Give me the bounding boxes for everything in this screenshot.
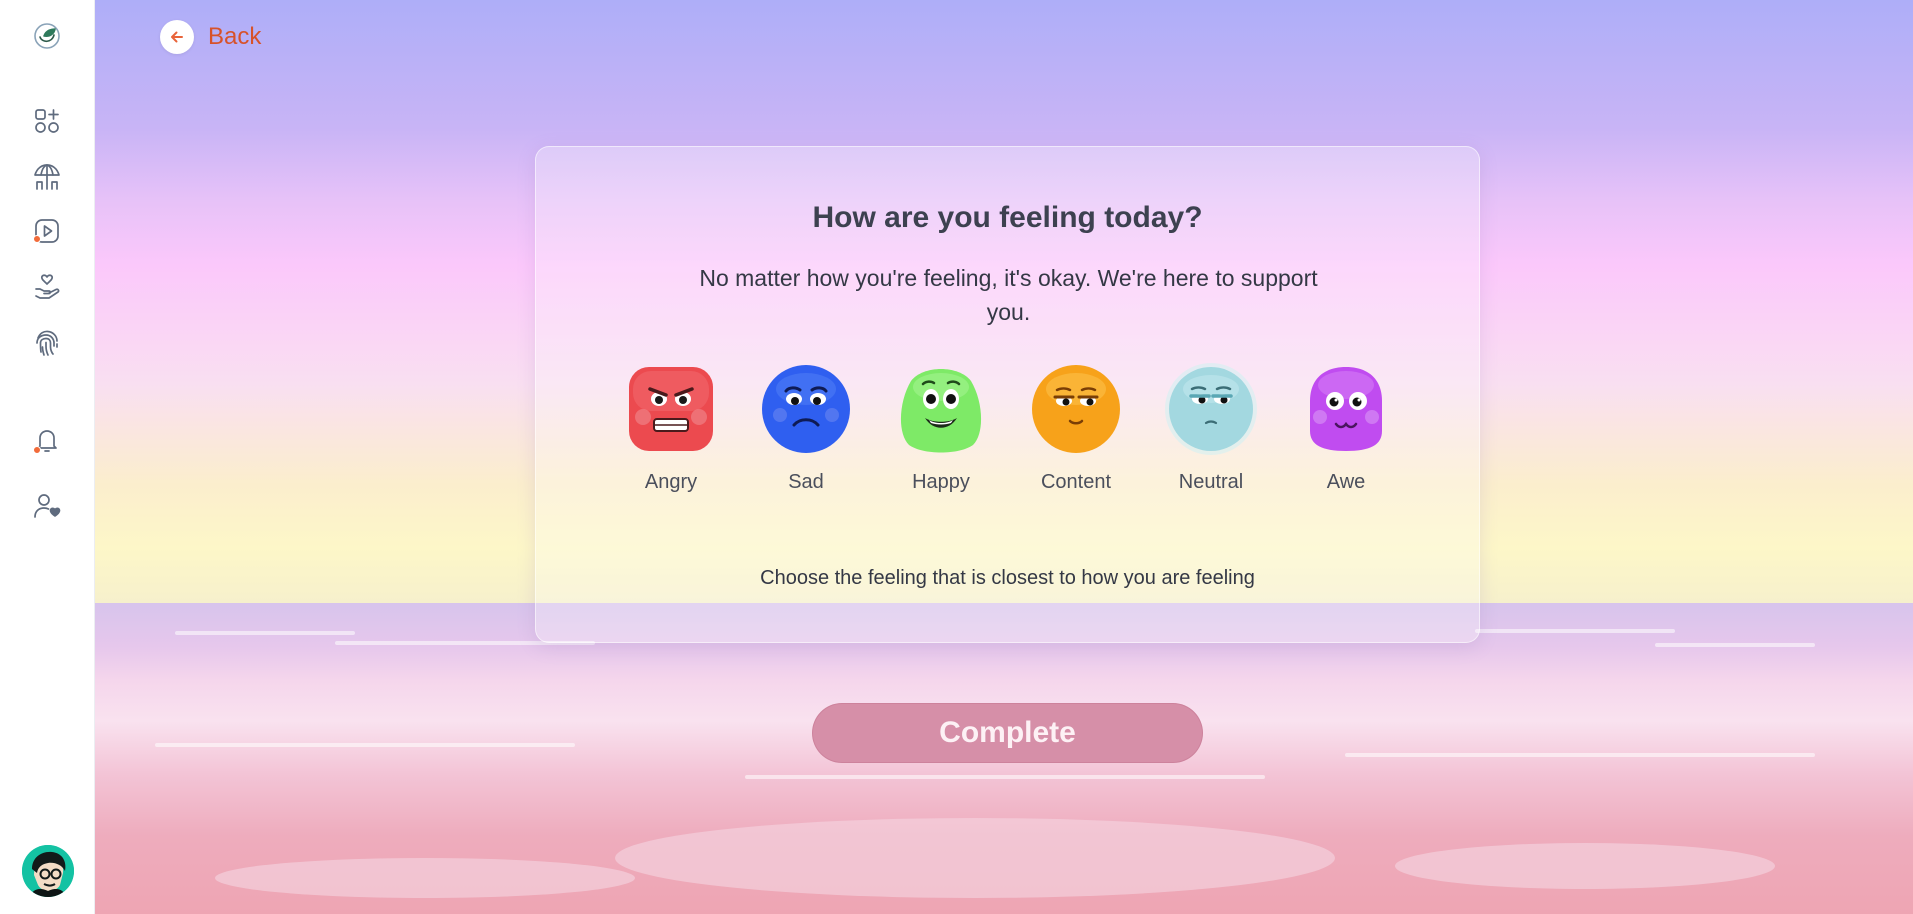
water-streak: [745, 775, 1265, 779]
water-streak: [1345, 753, 1815, 757]
mood-label: Awe: [1326, 471, 1366, 493]
sidebar-item-videos[interactable]: [27, 211, 67, 251]
leaf-globe-logo-icon: [34, 23, 60, 49]
mood-option-angry[interactable]: Angry: [611, 361, 731, 494]
fingerprint-icon: [36, 330, 58, 356]
hint-text: Choose the feeling that is closest to ho…: [760, 567, 1255, 589]
hand-heart-icon: [35, 274, 60, 299]
water-puddle: [215, 858, 635, 898]
app-logo[interactable]: [27, 16, 67, 56]
avatar-icon: [22, 845, 74, 897]
sidebar-item-profile[interactable]: [27, 486, 67, 526]
back-label: Back: [208, 23, 262, 50]
sidebar: [0, 0, 95, 914]
mood-label: Happy: [912, 471, 970, 493]
mood-option-awe[interactable]: Awe: [1286, 361, 1406, 494]
angry-face-icon: [629, 367, 713, 451]
notification-dot: [33, 446, 41, 454]
mood-card: How are you feeling today? No matter how…: [535, 146, 1480, 643]
mood-check-in-screen: Back How are you feeling today? No matte…: [95, 0, 1913, 914]
sidebar-item-identity[interactable]: [27, 323, 67, 363]
user-avatar[interactable]: [22, 845, 74, 897]
umbrella-beach-icon: [34, 164, 60, 190]
user-heart-icon: [34, 494, 61, 518]
mood-option-content[interactable]: Content: [1016, 361, 1136, 494]
mood-option-happy[interactable]: Happy: [881, 361, 1001, 494]
back-button[interactable]: Back: [160, 20, 261, 54]
sidebar-item-relax[interactable]: [27, 157, 67, 197]
water-streak: [1475, 629, 1675, 633]
sad-face-icon: [762, 365, 850, 453]
card-subtitle: No matter how you're feeling, it's okay.…: [699, 265, 1318, 325]
neutral-face-icon: [1165, 363, 1257, 455]
mood-label: Angry: [644, 471, 698, 493]
happy-face-icon: [900, 369, 982, 453]
water-puddle: [615, 818, 1335, 898]
arrow-left-icon: [171, 31, 183, 43]
mood-label: Neutral: [1178, 471, 1244, 493]
water-streak: [175, 631, 355, 635]
water-streak: [1655, 643, 1815, 647]
water-streak: [155, 743, 575, 747]
sidebar-item-care[interactable]: [27, 267, 67, 307]
complete-button[interactable]: Complete: [812, 703, 1203, 763]
notification-dot: [33, 235, 41, 243]
mood-option-sad[interactable]: Sad: [746, 361, 866, 494]
mood-option-neutral[interactable]: Neutral: [1151, 361, 1271, 494]
awe-face-icon: [1310, 367, 1382, 451]
mood-options: Angry Sad Happy Content Neutral Awe: [611, 361, 1406, 494]
mood-label: Sad: [788, 471, 824, 493]
sidebar-item-notifications[interactable]: [27, 420, 67, 460]
back-circle: [160, 20, 194, 54]
content-face-icon: [1032, 365, 1120, 453]
apps-add-icon: [35, 109, 59, 133]
mood-label: Content: [1040, 471, 1112, 493]
sidebar-item-dashboard[interactable]: [27, 101, 67, 141]
water-puddle: [1395, 843, 1775, 889]
card-title: How are you feeling today?: [812, 201, 1203, 234]
